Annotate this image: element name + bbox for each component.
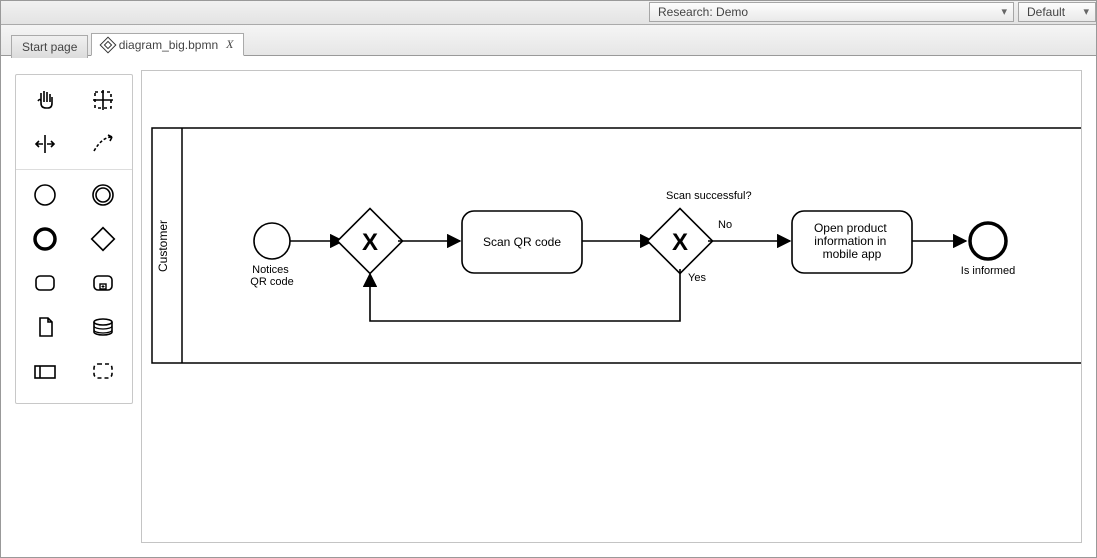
svg-text:X: X (672, 229, 688, 256)
end-event-label: Is informed (961, 265, 1015, 277)
workspace-dropdown[interactable]: Research: Demo (649, 2, 1014, 22)
pool[interactable] (152, 128, 1082, 363)
lasso-tool-button[interactable] (80, 81, 126, 119)
space-tool-button[interactable] (22, 125, 68, 163)
gateway-merge[interactable]: X (337, 208, 402, 273)
intermediate-event-tool[interactable] (80, 176, 126, 214)
gateway-tool[interactable] (80, 220, 126, 258)
flow-yes-label: Yes (688, 272, 706, 284)
global-connect-tool-button[interactable] (80, 125, 126, 163)
tab-start-page[interactable]: Start page (11, 35, 88, 58)
gateway-decision[interactable]: X (647, 208, 712, 273)
pool-tool[interactable] (22, 352, 68, 390)
workspace-dropdown-value: Research: Demo (658, 5, 748, 19)
group-tool[interactable] (80, 352, 126, 390)
data-store-tool[interactable] (80, 308, 126, 346)
gateway-decision-label: Scan successful? (666, 190, 752, 202)
end-event-tool[interactable] (22, 220, 68, 258)
close-tab-icon[interactable]: X (226, 37, 233, 52)
start-event-label: Notices QR code (250, 264, 293, 288)
tool-palette (15, 74, 133, 404)
tab-strip: Start page diagram_big.bpmn X (1, 25, 1096, 56)
tab-start-page-label: Start page (22, 40, 77, 54)
task-tool[interactable] (22, 264, 68, 302)
tab-diagram[interactable]: diagram_big.bpmn X (91, 33, 245, 56)
lane-label: Customer (156, 220, 170, 272)
app-window: Research: Demo Default Start page diagra… (0, 0, 1097, 558)
hand-tool-button[interactable] (22, 81, 68, 119)
svg-text:X: X (362, 229, 378, 256)
start-event[interactable] (254, 223, 290, 259)
bpmn-file-icon (99, 36, 116, 53)
top-bar: Research: Demo Default (1, 1, 1096, 25)
task-open-product-label: Open product information in mobile app (814, 221, 890, 261)
end-event[interactable] (970, 223, 1006, 259)
subprocess-tool[interactable] (80, 264, 126, 302)
diagram-canvas-wrap: Customer Notices QR code X Sc (141, 70, 1082, 543)
preset-dropdown-value: Default (1027, 5, 1065, 19)
data-object-tool[interactable] (22, 308, 68, 346)
flow-no-label: No (718, 219, 732, 231)
flow-yes-loop[interactable] (370, 269, 680, 321)
start-event-tool[interactable] (22, 176, 68, 214)
tab-diagram-label: diagram_big.bpmn (119, 38, 218, 52)
diagram-canvas[interactable]: Customer Notices QR code X Sc (142, 71, 1082, 543)
workspace: Customer Notices QR code X Sc (1, 56, 1096, 557)
preset-dropdown[interactable]: Default (1018, 2, 1096, 22)
task-scan-qr-label: Scan QR code (483, 235, 561, 249)
